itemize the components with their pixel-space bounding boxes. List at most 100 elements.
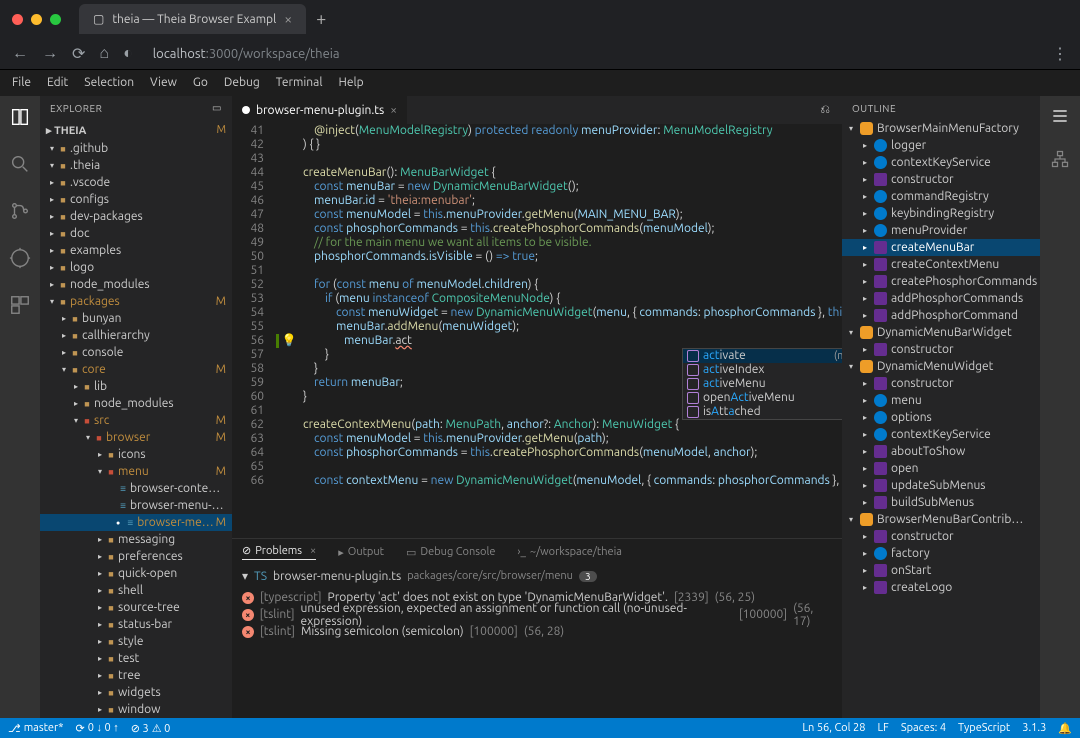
menu-go[interactable]: Go <box>193 76 208 89</box>
language-status[interactable]: TypeScript <box>958 722 1010 734</box>
close-editor-icon[interactable]: × <box>390 104 397 117</box>
autocomplete-item[interactable]: activate(method) Widget.activate(): void… <box>683 349 842 363</box>
folder-item[interactable]: ▸■configs <box>40 191 232 208</box>
file-item[interactable]: ≡browser-context-menu-r… <box>40 480 232 497</box>
outline-item[interactable]: ▸buildSubMenus <box>842 494 1040 511</box>
outline-item[interactable]: ▸contextKeyService <box>842 426 1040 443</box>
menu-debug[interactable]: Debug <box>224 76 260 89</box>
outline-item[interactable]: ▾DynamicMenuWidget <box>842 358 1040 375</box>
folder-item[interactable]: ▸■bunyan <box>40 310 232 327</box>
problems-tab[interactable]: ⊘Problems× <box>242 544 316 560</box>
folder-item[interactable]: ▸■logo <box>40 259 232 276</box>
menu-terminal[interactable]: Terminal <box>276 76 323 89</box>
menu-help[interactable]: Help <box>338 76 363 89</box>
site-info-icon[interactable]: ◐ <box>123 44 133 63</box>
outline-view-icon[interactable] <box>1050 106 1070 129</box>
folder-item[interactable]: ▸■node_modules <box>40 395 232 412</box>
extensions-icon[interactable] <box>9 294 31 319</box>
folder-item[interactable]: ▸■lib <box>40 378 232 395</box>
autocomplete-item[interactable]: isAttached <box>683 405 842 419</box>
autocomplete-item[interactable]: activeMenu <box>683 377 842 391</box>
folder-item[interactable]: ▸■widgets <box>40 684 232 701</box>
folder-item[interactable]: ▸■source-tree <box>40 599 232 616</box>
git-compare-icon[interactable]: ⎌ <box>820 103 830 117</box>
menu-file[interactable]: File <box>12 76 31 89</box>
menu-view[interactable]: View <box>150 76 177 89</box>
outline-item[interactable]: ▸options <box>842 409 1040 426</box>
outline-item[interactable]: ▸contextKeyService <box>842 154 1040 171</box>
folder-item[interactable]: ▾■.github <box>40 140 232 157</box>
close-tab-icon[interactable]: × <box>284 11 292 27</box>
menu-button[interactable]: ⋮ <box>1052 44 1068 63</box>
git-branch-status[interactable]: ⎇master* <box>8 722 64 735</box>
folder-item[interactable]: ▸■preferences <box>40 548 232 565</box>
outline-item[interactable]: ▸addPhosphorCommand <box>842 307 1040 324</box>
ts-version-status[interactable]: 3.1.3 <box>1022 722 1046 734</box>
outline-item[interactable]: ▾BrowserMenuBarContrib… <box>842 511 1040 528</box>
hierarchy-view-icon[interactable] <box>1050 149 1070 172</box>
folder-item[interactable]: ▸■tree <box>40 667 232 684</box>
outline-item[interactable]: ▸createPhosphorCommands <box>842 273 1040 290</box>
folder-item[interactable]: ▸■shell <box>40 582 232 599</box>
text-editor[interactable]: activate(method) Widget.activate(): void… <box>232 124 842 538</box>
debug-icon[interactable] <box>9 247 31 272</box>
folder-item[interactable]: ▸■messaging <box>40 531 232 548</box>
folder-item[interactable]: ▾■menuM <box>40 463 232 480</box>
search-icon[interactable] <box>9 153 31 178</box>
folder-item[interactable]: ▸■test <box>40 650 232 667</box>
terminal-tab[interactable]: ›_~/workspace/theia <box>517 546 622 558</box>
indent-status[interactable]: Spaces: 4 <box>901 722 946 734</box>
outline-item[interactable]: ▸aboutToShow <box>842 443 1040 460</box>
folder-item[interactable]: ▸■window <box>40 701 232 718</box>
folder-item[interactable]: ▸■dev-packages <box>40 208 232 225</box>
autocomplete-item[interactable]: openActiveMenu <box>683 391 842 405</box>
outline-item[interactable]: ▸constructor <box>842 341 1040 358</box>
debug-console-tab[interactable]: ▭Debug Console <box>406 546 495 559</box>
folder-item[interactable]: ▸■icons <box>40 446 232 463</box>
folder-item[interactable]: ▾■browserM <box>40 429 232 446</box>
folder-item[interactable]: ▸■callhierarchy <box>40 327 232 344</box>
autocomplete-item[interactable]: activeIndex <box>683 363 842 377</box>
maximize-window-button[interactable] <box>50 14 61 25</box>
outline-item[interactable]: ▾DynamicMenuBarWidget <box>842 324 1040 341</box>
editor-tab[interactable]: browser-menu-plugin.ts × <box>232 96 408 124</box>
folder-item[interactable]: ▸■quick-open <box>40 565 232 582</box>
menu-selection[interactable]: Selection <box>84 76 134 89</box>
explorer-icon[interactable] <box>9 106 31 131</box>
git-sync-status[interactable]: ⟳0 ↓ 0 ↑ <box>76 722 119 735</box>
file-item[interactable]: ●≡browser-menu-plugin.tsM <box>40 514 232 531</box>
outline-item[interactable]: ▸factory <box>842 545 1040 562</box>
folder-item[interactable]: ▾■.theia <box>40 157 232 174</box>
minimize-window-button[interactable] <box>31 14 42 25</box>
explorer-actions-icon[interactable]: ▭ <box>212 102 222 114</box>
folder-item[interactable]: ▸■doc <box>40 225 232 242</box>
folder-item[interactable]: ▾■srcM <box>40 412 232 429</box>
outline-item[interactable]: ▸keybindingRegistry <box>842 205 1040 222</box>
outline-item[interactable]: ▸menuProvider <box>842 222 1040 239</box>
outline-item[interactable]: ▸constructor <box>842 375 1040 392</box>
close-icon[interactable]: × <box>310 545 316 557</box>
folder-item[interactable]: ▸■examples <box>40 242 232 259</box>
folder-item[interactable]: ▸■.vscode <box>40 174 232 191</box>
outline-item[interactable]: ▸logger <box>842 137 1040 154</box>
file-item[interactable]: ≡browser-menu-module.ts <box>40 497 232 514</box>
problems-file-group[interactable]: ▾ TS browser-menu-plugin.ts packages/cor… <box>232 565 842 587</box>
new-tab-button[interactable]: + <box>316 9 326 29</box>
output-tab[interactable]: ▸Output <box>338 546 384 559</box>
outline-item[interactable]: ▸updateSubMenus <box>842 477 1040 494</box>
outline-item[interactable]: ▸menu <box>842 392 1040 409</box>
errors-status[interactable]: ⊘ 3⚠ 0 <box>131 722 171 735</box>
folder-item[interactable]: ▸■node_modules <box>40 276 232 293</box>
reload-button[interactable]: ⟳ <box>72 44 85 63</box>
workspace-header[interactable]: ▸ THEIA M <box>40 120 232 140</box>
folder-item[interactable]: ▸■style <box>40 633 232 650</box>
notifications-icon[interactable]: 🔔 <box>1058 722 1072 735</box>
outline-item[interactable]: ▸createContextMenu <box>842 256 1040 273</box>
outline-item[interactable]: ▸createMenuBar <box>842 239 1040 256</box>
folder-item[interactable]: ▾■packagesM <box>40 293 232 310</box>
scm-icon[interactable] <box>9 200 31 225</box>
folder-item[interactable]: ▸■console <box>40 344 232 361</box>
problem-item[interactable]: ×[tslint]unused expression, expected an … <box>242 606 832 623</box>
home-button[interactable]: ⌂ <box>99 44 109 63</box>
back-button[interactable]: ← <box>12 44 28 63</box>
